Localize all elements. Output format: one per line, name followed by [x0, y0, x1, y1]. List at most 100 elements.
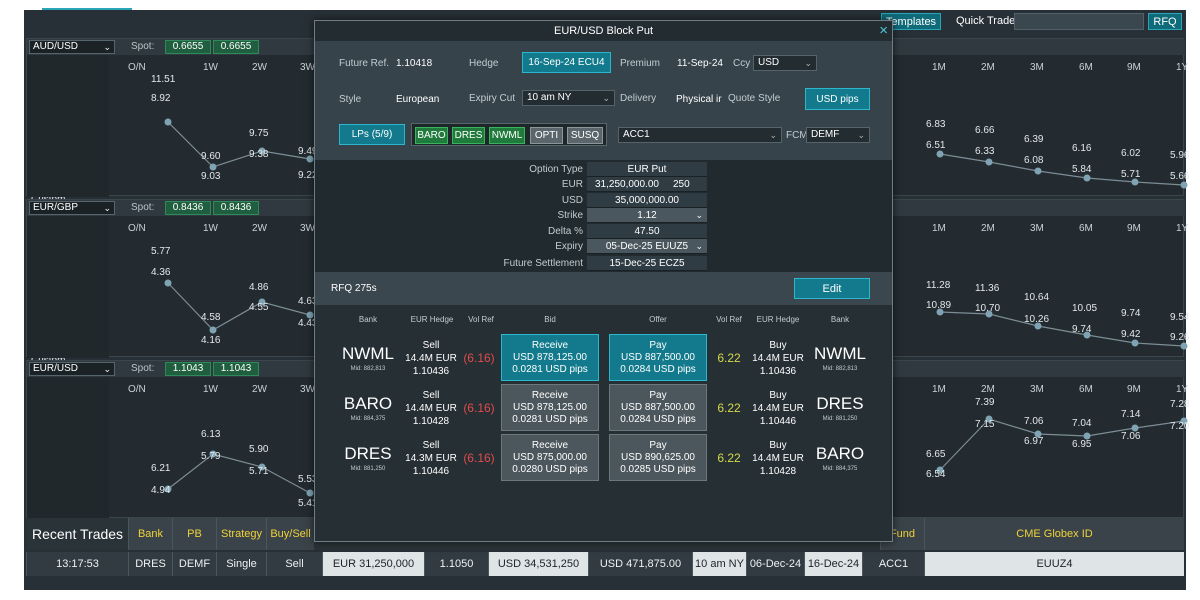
vol-value-label: 9.54 [1170, 312, 1190, 323]
future-ref-label: Future Ref. [339, 58, 390, 69]
offer-bank-name: DRES [816, 394, 864, 413]
vol-value-label: 4.58 [201, 312, 221, 323]
usd-amount-field[interactable]: 35,000,000.00 [587, 193, 707, 208]
premium-date: 11-Sep-24 [677, 58, 723, 69]
offer-bank-name: BARO [815, 444, 865, 463]
vol-value-label: 7.06 [1121, 431, 1141, 442]
vol-value-label: 6.16 [1072, 143, 1092, 154]
strike-select[interactable]: 1.12 ⌄ [587, 208, 707, 223]
offer-quote-line: USD 890,625.00 [621, 451, 695, 463]
strike-label: Strike [557, 210, 583, 221]
skew-point[interactable] [985, 158, 993, 166]
vol-value-label: 11.36 [975, 283, 1000, 294]
skew-point[interactable] [306, 489, 314, 497]
lp-opti-toggle[interactable]: OPTI [530, 127, 563, 144]
offer-pay-button[interactable]: Pay USD 890,625.00 0.0285 USD pips [609, 434, 707, 481]
ccy-select[interactable]: USD ⌄ [753, 55, 817, 71]
skew-point[interactable] [1180, 181, 1188, 189]
vol-value-label: 9.60 [201, 151, 221, 162]
bid-receive-button[interactable]: Receive USD 878,125.00 0.0281 USD pips [501, 384, 599, 431]
skew-point[interactable] [209, 163, 217, 171]
future-ref-value: 1.10418 [396, 58, 433, 69]
eur-amount-field[interactable]: 31,250,000.00 250 [587, 177, 707, 192]
offer-vol-ref: 6.22 [717, 351, 741, 365]
bid-quote-line: USD 875,000.00 [513, 451, 587, 463]
rt-header-bank[interactable]: Bank [128, 518, 172, 550]
offer-quote-line: Pay [649, 389, 667, 401]
rt-time: 13:17:53 [26, 552, 128, 576]
bid-bank-mid: Mid: 881,250 [350, 466, 386, 472]
bid-vol-ref: (6.16) [463, 351, 495, 365]
fcm-select[interactable]: DEMF ⌄ [806, 127, 870, 143]
vol-value-label: 4.94 [151, 485, 171, 496]
rt-notional: EUR 31,250,000 [322, 552, 424, 576]
skew-point[interactable] [164, 279, 172, 287]
rt-header-cme-globex-id[interactable]: CME Globex ID [924, 518, 1184, 550]
vol-value-label: 11.51 [151, 74, 176, 85]
bid-bank-name: DRES [344, 444, 392, 463]
future-settlement-field[interactable]: 15-Dec-25 ECZ5 [587, 256, 707, 271]
offer-bank-mid: Mid: 882,813 [822, 366, 858, 372]
vol-value-label: 8.92 [151, 93, 171, 104]
rt-premium: USD 471,875.00 [588, 552, 692, 576]
quote-header-bid: Bid [544, 315, 556, 324]
offer-pay-button[interactable]: Pay USD 887,500.00 0.0284 USD pips [609, 384, 707, 431]
rt-header-pb[interactable]: PB [172, 518, 216, 550]
offer-vol-ref: 6.22 [717, 401, 741, 415]
vol-value-label: 9.74 [1121, 308, 1141, 319]
skew-point[interactable] [164, 118, 172, 126]
lp-susq-toggle[interactable]: SUSQ [567, 127, 603, 144]
rt-header-buysell[interactable]: Buy/Sell [266, 518, 314, 550]
bid-receive-button[interactable]: Receive USD 878,125.00 0.0281 USD pips [501, 334, 599, 381]
expiry-label: Expiry [555, 241, 583, 252]
rt-header-strategy[interactable]: Strategy [216, 518, 266, 550]
hedge-button[interactable]: 16-Sep-24 ECU4 [522, 52, 611, 73]
lp-nwml-toggle[interactable]: NWML [489, 127, 525, 144]
skew-point[interactable] [1083, 174, 1091, 182]
bid-bank-name: NWML [342, 344, 394, 363]
eur-amount-label: EUR [561, 179, 583, 190]
lp-baro-toggle[interactable]: BARO [415, 127, 448, 144]
delta-field[interactable]: 47.50 [587, 224, 707, 239]
vol-value-label: 9.38 [249, 149, 269, 160]
chevron-down-icon: ⌄ [695, 240, 703, 251]
vol-value-label: 4.16 [201, 335, 221, 346]
row-label-column [27, 377, 109, 519]
skew-point[interactable] [1034, 167, 1042, 175]
quote-style-button[interactable]: USD pips [805, 88, 870, 110]
offer-quote-line: 0.0284 USD pips [620, 363, 696, 375]
edit-button[interactable]: Edit [794, 278, 870, 299]
chevron-down-icon: ⌄ [695, 209, 703, 220]
rfq-button[interactable]: RFQ [1148, 13, 1182, 30]
skew-line [167, 282, 311, 331]
expiry-cut-label: Expiry Cut [469, 93, 516, 104]
bid-bank-name: BARO [343, 394, 393, 413]
account-select[interactable]: ACC1 ⌄ [618, 127, 782, 143]
expiry-select[interactable]: 05-Dec-25 EUUZ5 ⌄ [587, 239, 707, 254]
lps-button[interactable]: LPs (5/9) [339, 124, 405, 145]
offer-quote-line: Pay [649, 339, 667, 351]
skew-point[interactable] [1180, 342, 1188, 350]
vol-value-label: 6.97 [1024, 436, 1044, 447]
offer-pay-button[interactable]: Pay USD 887,500.00 0.0284 USD pips [609, 334, 707, 381]
usd-amount-label: USD [561, 195, 583, 206]
bid-quote-line: USD 878,125.00 [513, 351, 587, 363]
skew-point[interactable] [936, 150, 944, 158]
close-icon[interactable]: × [879, 22, 888, 39]
skew-point[interactable] [1131, 339, 1139, 347]
quote-header-eur-hedge: EUR Hedge [410, 315, 454, 324]
lp-dres-toggle[interactable]: DRES [452, 127, 485, 144]
bid-quote-line: USD 878,125.00 [513, 401, 587, 413]
skew-point[interactable] [209, 326, 217, 334]
option-type-field[interactable]: EUR Put [587, 162, 707, 177]
expiry-cut-select[interactable]: 10 am NY ⌄ [522, 90, 615, 106]
vol-value-label: 4.86 [249, 282, 269, 293]
vol-value-label: 6.51 [926, 140, 946, 151]
offer-eur-hedge: Buy 14.4M EUR 1.10446 [752, 390, 804, 427]
vol-value-label: 6.54 [926, 469, 946, 480]
chevron-down-icon: ⌄ [804, 58, 812, 68]
quick-trade-input[interactable] [1014, 13, 1144, 30]
eur-amount-value: 31,250,000.00 [595, 178, 659, 190]
premium-label: Premium [620, 58, 661, 69]
bid-receive-button[interactable]: Receive USD 875,000.00 0.0280 USD pips [501, 434, 599, 481]
